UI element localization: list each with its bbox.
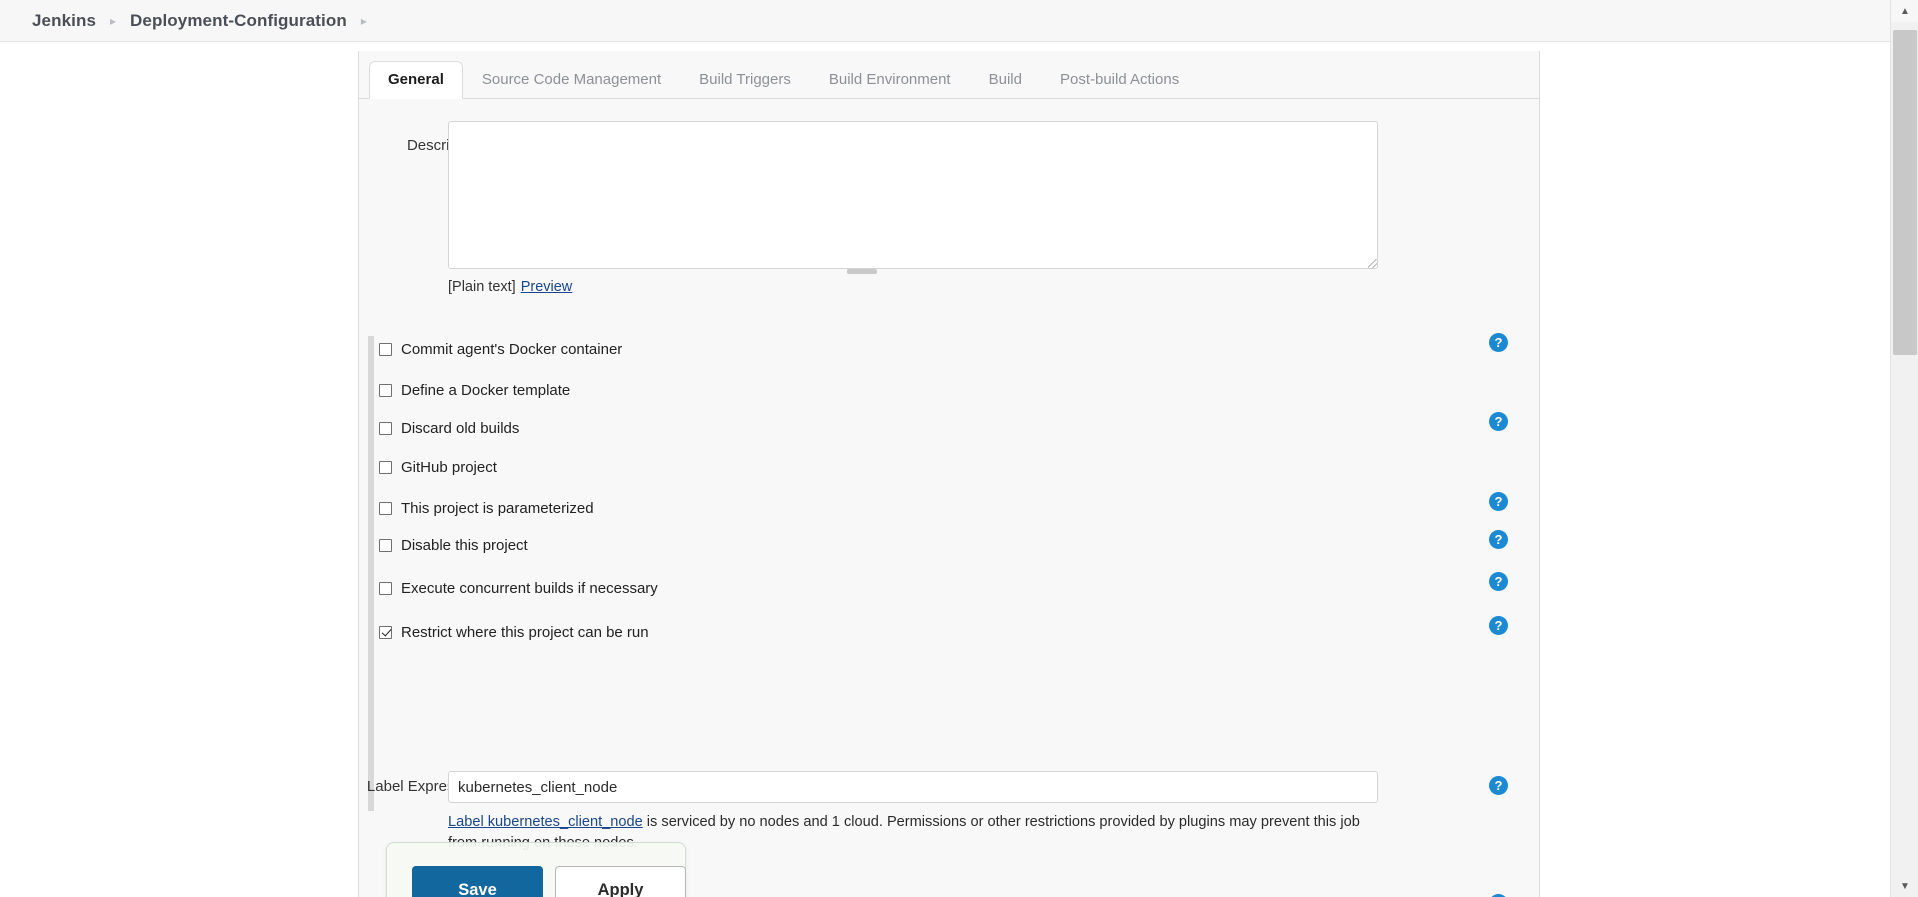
checkbox-row[interactable]: GitHub project	[379, 455, 497, 479]
help-icon[interactable]: ?	[1489, 412, 1508, 431]
checkbox-label[interactable]: GitHub project	[401, 459, 497, 476]
checkbox-row[interactable]: Disable this project	[379, 533, 528, 557]
help-icon[interactable]: ?	[1489, 492, 1508, 511]
textarea-resize-grip-icon[interactable]	[1368, 259, 1377, 268]
scroll-up-arrow-icon[interactable]: ▲	[1891, 0, 1918, 22]
checkbox-input[interactable]	[379, 581, 392, 595]
help-icon[interactable]: ?	[1489, 530, 1508, 549]
checkbox-row[interactable]: Restrict where this project can be run	[379, 620, 649, 644]
breadcrumb-item-jenkins[interactable]: Jenkins	[32, 11, 96, 31]
checkbox-input[interactable]	[379, 538, 392, 552]
save-button[interactable]: Save	[412, 866, 543, 897]
tab-source-code-management[interactable]: Source Code Management	[463, 61, 680, 99]
checkbox-input[interactable]	[379, 383, 392, 397]
checkbox-row[interactable]: Discard old builds	[379, 416, 519, 440]
checkbox-label[interactable]: Disable this project	[401, 537, 528, 554]
help-icon[interactable]: ?	[1489, 572, 1508, 591]
checkbox-input[interactable]	[379, 625, 392, 639]
tab-post-build-actions[interactable]: Post-build Actions	[1041, 61, 1198, 99]
description-preview-link[interactable]: Preview	[521, 279, 573, 295]
checkbox-label[interactable]: Execute concurrent builds if necessary	[401, 580, 658, 597]
textarea-drag-handle[interactable]	[847, 269, 877, 274]
description-markup-type: [Plain text]	[448, 279, 516, 295]
description-textarea[interactable]	[448, 121, 1378, 269]
checkbox-input[interactable]	[379, 421, 392, 435]
checkbox-row[interactable]: This project is parameterized	[379, 496, 594, 520]
breadcrumb-bar: Jenkins ▸ Deployment-Configuration ▸	[0, 0, 1918, 42]
checkbox-label[interactable]: Commit agent's Docker container	[401, 341, 622, 358]
scrollbar-thumb[interactable]	[1893, 30, 1917, 355]
tab-build[interactable]: Build	[970, 61, 1041, 99]
breadcrumb-dropdown-chevron-icon[interactable]: ▸	[361, 15, 367, 27]
description-markup-row: [Plain text] Preview	[448, 279, 572, 295]
job-configuration-panel: General Source Code Management Build Tri…	[358, 51, 1540, 897]
checkbox-input[interactable]	[379, 501, 392, 515]
scroll-down-arrow-icon[interactable]: ▼	[1891, 875, 1918, 897]
config-tab-bar: General Source Code Management Build Tri…	[359, 51, 1539, 99]
tab-general[interactable]: General	[369, 61, 463, 99]
section-indicator-rail	[368, 336, 374, 811]
label-status-link[interactable]: Label kubernetes_client_node	[448, 814, 643, 830]
tab-build-environment[interactable]: Build Environment	[810, 61, 970, 99]
checkbox-row[interactable]: Commit agent's Docker container	[379, 337, 622, 361]
tab-build-triggers[interactable]: Build Triggers	[680, 61, 810, 99]
breadcrumb-separator-icon: ▸	[110, 13, 117, 28]
description-row: Description [Plain text] Preview	[359, 121, 1539, 306]
checkbox-label[interactable]: Restrict where this project can be run	[401, 624, 649, 641]
label-expression-row: Label Expression	[359, 771, 1539, 805]
checkbox-input[interactable]	[379, 460, 392, 474]
help-icon[interactable]: ?	[1489, 333, 1508, 352]
page-canvas: General Source Code Management Build Tri…	[0, 42, 1890, 897]
help-icon[interactable]: ?	[1489, 616, 1508, 635]
checkbox-label[interactable]: This project is parameterized	[401, 500, 594, 517]
checkbox-input[interactable]	[379, 342, 392, 356]
checkbox-row[interactable]: Define a Docker template	[379, 378, 570, 402]
label-expression-input[interactable]	[448, 771, 1378, 803]
checkbox-row[interactable]: Execute concurrent builds if necessary	[379, 576, 658, 600]
breadcrumb-item-deployment-configuration[interactable]: Deployment-Configuration	[130, 11, 347, 31]
checkbox-label[interactable]: Discard old builds	[401, 420, 519, 437]
floating-save-bar: Save Apply	[386, 842, 686, 897]
vertical-scrollbar[interactable]: ▲ ▼	[1890, 0, 1918, 897]
help-icon[interactable]: ?	[1489, 776, 1508, 795]
config-form-body: Description [Plain text] Preview Commit a…	[359, 99, 1539, 897]
checkbox-label[interactable]: Define a Docker template	[401, 382, 570, 399]
apply-button[interactable]: Apply	[555, 866, 686, 897]
